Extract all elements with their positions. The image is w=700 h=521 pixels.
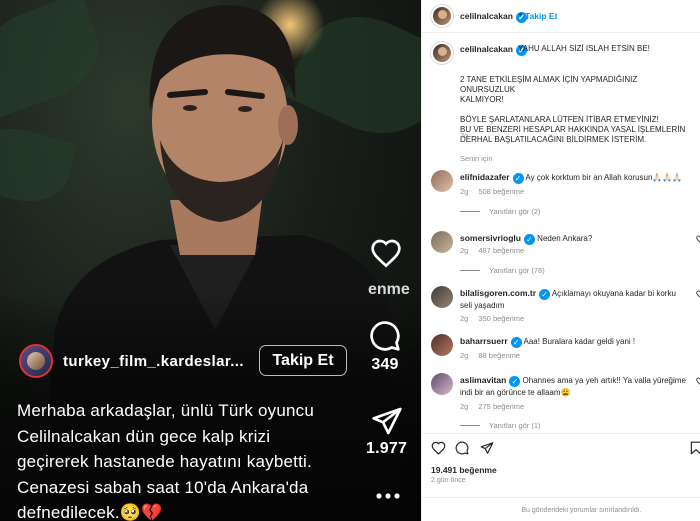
caption-line: 2 TANE ETKİLEŞİM ALMAK İÇİN YAPMADIĞINIZ… xyxy=(460,75,638,94)
caption-line: Cenazesi sabah saat 10'da Ankara'da xyxy=(17,477,309,497)
heart-icon xyxy=(371,239,401,268)
separator-dot: • xyxy=(519,10,522,19)
avatar[interactable] xyxy=(431,286,453,308)
comment-meta: 2g 487 beğenme xyxy=(460,246,534,255)
post-date: 2 gün önce xyxy=(431,477,466,484)
verified-icon: ✓ xyxy=(539,289,551,300)
verified-icon: ✓ xyxy=(523,234,535,245)
caption-line: geçirerek hastanede hayatını kaybetti. xyxy=(17,452,312,471)
heart-icon[interactable] xyxy=(696,377,700,385)
avatar[interactable] xyxy=(431,5,453,27)
caption-line: KALMIYOR! xyxy=(460,95,504,104)
view-replies[interactable]: Yanıtları gör (1) xyxy=(460,421,541,430)
view-replies[interactable]: Yanıtları gör (2) xyxy=(460,207,541,216)
verified-icon: ✓ xyxy=(509,376,521,387)
comment-count: 349 xyxy=(371,356,399,373)
post-panel: celilnalcakan ✓ • Takip Et celilnalcakan ✓… xyxy=(421,0,700,521)
share-count: 1.977 xyxy=(366,440,408,457)
overlay-caption: Merhaba arkadaşlar, ünlü Türk oyuncu Cel… xyxy=(17,398,362,521)
avatar[interactable] xyxy=(431,334,453,356)
comment-body: Ay çok korktum bir an Allah korusun🙏🏻🙏🏻🙏… xyxy=(525,173,683,182)
verified-icon: ✓ xyxy=(512,173,524,184)
avatar[interactable] xyxy=(431,373,453,395)
comment-time: 2g xyxy=(460,246,469,255)
overlay-user[interactable]: turkey_film_.kardeslar... xyxy=(19,344,244,378)
post-actions xyxy=(422,433,700,463)
likes-count[interactable]: 19.491 beğenme xyxy=(431,465,497,475)
comment-body: Neden Ankara? xyxy=(537,234,593,243)
more-horizontal-icon xyxy=(376,493,400,499)
translation-label[interactable]: Senin için xyxy=(460,154,493,163)
comment-time: 2g xyxy=(460,187,469,196)
caption-username[interactable]: celilnalcakan ✓ xyxy=(460,44,527,56)
overlay-username[interactable]: turkey_film_.kardeslar... xyxy=(63,353,244,370)
comment-time: 2g xyxy=(460,402,469,411)
heart-icon[interactable] xyxy=(696,290,700,298)
comment-username[interactable]: somersivrioglu xyxy=(460,233,521,243)
comment-username[interactable]: baharrsuerr xyxy=(460,336,508,346)
comment-meta: 2g 350 beğenme xyxy=(460,314,534,323)
overlay-follow-button[interactable]: Takip Et xyxy=(259,345,347,376)
comment-username[interactable]: bilalisgoren.com.tr xyxy=(460,288,536,298)
side-text: enme xyxy=(368,281,410,298)
like-action[interactable] xyxy=(370,238,402,268)
caption-line: BÖYLE ŞARLATANLARA LÜTFEN İTİBAR ETMEYİN… xyxy=(460,115,659,124)
comment-text: somersivrioglu ✓ Neden Ankara? xyxy=(460,233,686,245)
avatar[interactable] xyxy=(431,170,453,192)
heart-icon[interactable] xyxy=(696,235,700,243)
comment-time: 2g xyxy=(460,351,469,360)
comment-meta: 2g 275 beğenme xyxy=(460,402,534,411)
caption-body: 2 TANE ETKİLEŞİM ALMAK İÇİN YAPMADIĞINIZ… xyxy=(460,65,690,145)
caption-line xyxy=(460,65,690,75)
comment-text: aslimavitan ✓ Ohannes ama ya yeh artık!! … xyxy=(460,375,686,398)
avatar[interactable] xyxy=(19,344,53,378)
comment-icon[interactable] xyxy=(455,441,469,455)
caption-line: Merhaba arkadaşlar, ünlü Türk oyuncu xyxy=(17,401,314,420)
comment-text: baharrsuerr ✓ Aaa! Buralara kadar geldi y… xyxy=(460,336,686,348)
reel-video[interactable]: enme 349 1.977 turkey_film_.kardeslar...… xyxy=(0,0,421,521)
more-options-button[interactable] xyxy=(376,492,400,500)
comment-text: elifnidazafer ✓ Ay çok korktum bir an All… xyxy=(460,172,686,184)
share-icon xyxy=(371,407,402,435)
comment-likes[interactable]: 508 beğenme xyxy=(478,187,524,196)
comment-icon xyxy=(370,321,400,351)
comment-meta: 2g 508 beğenme xyxy=(460,187,534,196)
share-action[interactable]: 1.977 xyxy=(366,406,407,458)
avatar[interactable] xyxy=(431,42,453,64)
comment-likes[interactable]: 487 beğenme xyxy=(478,246,524,255)
comment-likes[interactable]: 88 beğenme xyxy=(478,351,520,360)
caption-line: Celilnalcakan dün gece kalp krizi xyxy=(17,426,271,446)
comment-body: Aaa! Buralara kadar geldi yani ! xyxy=(523,337,636,346)
bookmark-icon[interactable] xyxy=(690,441,700,455)
avatar[interactable] xyxy=(431,231,453,253)
comment-meta: 2g 88 beğenme xyxy=(460,351,530,360)
comment-username[interactable]: elifnidazafer xyxy=(460,172,510,182)
view-replies[interactable]: Yanıtları gör (78) xyxy=(460,266,545,275)
header-username[interactable]: celilnalcakan ✓ xyxy=(460,11,527,23)
comment-time: 2g xyxy=(460,314,469,323)
caption-line: BU VE BENZERİ HESAPLAR HAKKINDA YASAL İŞ… xyxy=(460,125,686,134)
comment-likes[interactable]: 350 beğenme xyxy=(478,314,524,323)
comment-text: bilalisgoren.com.tr ✓ Açıklamayı okuyana … xyxy=(460,288,686,311)
comment-action[interactable]: 349 xyxy=(369,320,401,374)
post-header: celilnalcakan ✓ • Takip Et xyxy=(422,0,700,33)
comments-restricted-notice: Bu gönderideki yorumlar sınırlandırıldı. xyxy=(422,497,700,521)
header-follow-button[interactable]: Takip Et xyxy=(525,11,557,21)
verified-icon: ✓ xyxy=(510,337,522,348)
post-time: 2g xyxy=(460,131,469,140)
caption-line xyxy=(460,105,690,115)
comment-username[interactable]: aslimavitan xyxy=(460,375,506,385)
comment-likes[interactable]: 275 beğenme xyxy=(478,402,524,411)
caption-line: defnedilecek.🥺💔 xyxy=(17,503,163,521)
share-icon[interactable] xyxy=(480,441,494,455)
heart-icon[interactable] xyxy=(431,441,446,455)
caption-line: DERHAL BAŞLATILACAĞINI BİLDİRMEK İSTERİM… xyxy=(460,135,647,144)
caption-first-line: YAHU ALLAH SİZİ ISLAH ETSİN BE! xyxy=(518,44,650,53)
